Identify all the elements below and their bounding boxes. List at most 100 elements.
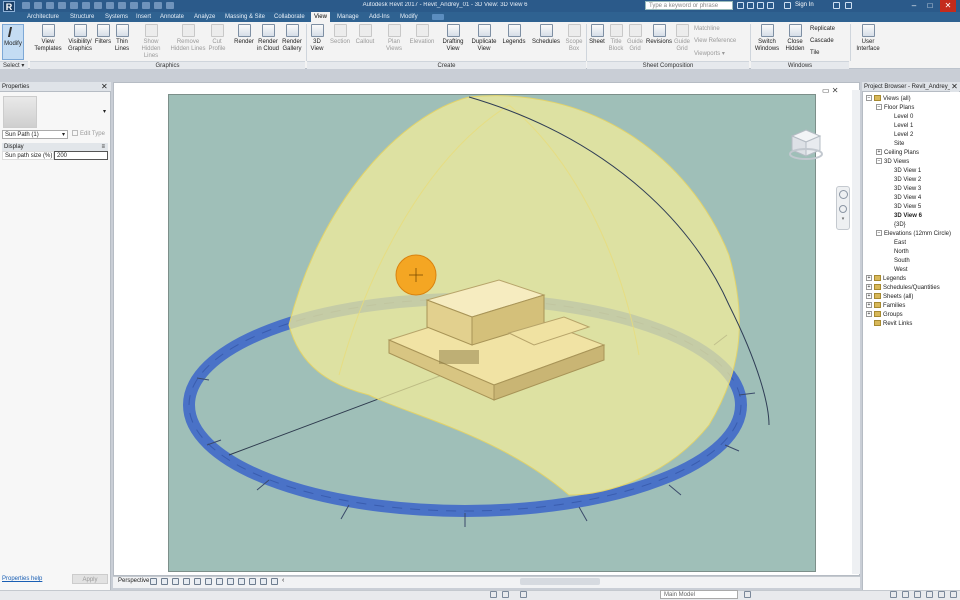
- browser-item[interactable]: + Schedules/Quantities: [866, 284, 940, 293]
- redo-icon[interactable]: [70, 2, 78, 9]
- render-dialog-icon[interactable]: [183, 578, 190, 585]
- horizontal-scrollbar[interactable]: [520, 578, 600, 585]
- 3d-view-canvas[interactable]: [168, 94, 816, 572]
- display-group-header[interactable]: Display ≡: [2, 143, 108, 151]
- browser-item[interactable]: + Families: [866, 302, 905, 311]
- filter-count-icon[interactable]: [950, 591, 957, 598]
- editable-only-icon[interactable]: [744, 591, 751, 598]
- visibility-graphics-button[interactable]: Visibility/ Graphics: [64, 24, 96, 53]
- viewcube-icon[interactable]: [788, 126, 824, 162]
- save-icon[interactable]: [34, 2, 42, 9]
- edit-type-button[interactable]: Edit Type: [72, 130, 108, 139]
- sun-path-size-input[interactable]: 200: [54, 151, 108, 160]
- select-pinned-icon[interactable]: [914, 591, 921, 598]
- matchline-button[interactable]: Matchline: [694, 26, 720, 32]
- thin-lines-icon[interactable]: [142, 2, 150, 9]
- text-icon[interactable]: [106, 2, 114, 9]
- tab-structure[interactable]: Structure: [67, 12, 97, 22]
- open-icon[interactable]: [22, 2, 30, 9]
- model-selector[interactable]: Main Model: [660, 590, 738, 599]
- select-dropdown[interactable]: Select ▾: [0, 61, 28, 69]
- expand-icon[interactable]: +: [866, 284, 872, 291]
- user-interface-button[interactable]: User Interface: [853, 24, 883, 53]
- browser-item[interactable]: 3D View 5: [866, 203, 921, 212]
- view-reference-button[interactable]: View Reference: [694, 38, 736, 44]
- remove-hidden-lines-button[interactable]: Remove Hidden Lines: [170, 24, 206, 53]
- visual-style-icon[interactable]: [150, 578, 157, 585]
- tab-architecture[interactable]: Architecture: [24, 12, 62, 22]
- tab-annotate[interactable]: Annotate: [157, 12, 187, 22]
- drafting-view-button[interactable]: Drafting View: [438, 24, 468, 53]
- expand-icon[interactable]: +: [866, 293, 872, 300]
- shadows-icon[interactable]: [172, 578, 179, 585]
- replicate-button[interactable]: Replicate: [810, 26, 835, 32]
- 3d-view-button[interactable]: 3D View: [307, 24, 327, 53]
- type-selector[interactable]: Sun Path (1) ▾: [2, 130, 68, 139]
- chevron-left-icon[interactable]: ‹: [282, 577, 284, 584]
- sun-path-toggle-icon[interactable]: [161, 578, 168, 585]
- browser-item[interactable]: − Floor Plans: [866, 104, 914, 113]
- view-templates-button[interactable]: View Templates: [33, 24, 63, 53]
- expand-icon[interactable]: +: [866, 302, 872, 309]
- schedules-button[interactable]: Schedules: [530, 24, 562, 46]
- legends-button[interactable]: Legends: [501, 24, 527, 46]
- workset-icon[interactable]: [490, 591, 497, 598]
- cascade-button[interactable]: Cascade: [810, 38, 834, 44]
- analytical-model-icon[interactable]: [271, 578, 278, 585]
- browser-item[interactable]: South: [866, 257, 910, 266]
- select-links-icon[interactable]: [890, 591, 897, 598]
- properties-help-link[interactable]: Properties help: [2, 576, 42, 582]
- show-hidden-lines-button[interactable]: Show Hidden Lines: [134, 24, 168, 60]
- browser-item[interactable]: + Sheets (all): [866, 293, 913, 302]
- communication-icon[interactable]: [757, 2, 764, 9]
- browser-item[interactable]: Revit Links: [866, 320, 912, 329]
- vertical-scrollbar[interactable]: [852, 90, 860, 574]
- browser-item[interactable]: Site: [866, 140, 904, 149]
- browser-item[interactable]: + Ceiling Plans: [866, 149, 919, 158]
- browser-item[interactable]: 3D View 3: [866, 185, 921, 194]
- elevation-button[interactable]: Elevation: [408, 24, 436, 46]
- drag-elements-icon[interactable]: [938, 591, 945, 598]
- sign-in-link[interactable]: Sign In: [795, 2, 814, 8]
- close-icon[interactable]: ✕: [101, 82, 109, 92]
- minimize-ribbon-icon[interactable]: [432, 14, 444, 20]
- print-icon[interactable]: [82, 2, 90, 9]
- scope-box-button[interactable]: Scope Box: [563, 24, 585, 53]
- collapse-icon[interactable]: −: [876, 230, 882, 237]
- zoom-icon[interactable]: [839, 205, 847, 213]
- close-windows-icon[interactable]: [154, 2, 162, 9]
- duplicate-view-button[interactable]: Duplicate View: [468, 24, 500, 53]
- tab-manage[interactable]: Manage: [334, 12, 362, 22]
- apply-button[interactable]: Apply: [72, 574, 108, 584]
- search-input[interactable]: Type a keyword or phrase: [645, 1, 733, 10]
- select-underlay-icon[interactable]: [902, 591, 909, 598]
- lock-view-icon[interactable]: [194, 578, 201, 585]
- guide-grid-button[interactable]: Guide Grid: [625, 24, 645, 53]
- collapse-icon[interactable]: −: [876, 104, 882, 111]
- favorites-icon[interactable]: [767, 2, 774, 9]
- close-icon[interactable]: ✕: [950, 82, 959, 92]
- crop-view-icon[interactable]: [205, 578, 212, 585]
- browser-item[interactable]: − Elevations (12mm Circle): [866, 230, 951, 239]
- minimize-button[interactable]: –: [906, 0, 922, 12]
- browser-item[interactable]: + Groups: [866, 311, 903, 320]
- filter-icon[interactable]: [520, 591, 527, 598]
- tab-view[interactable]: View: [311, 12, 330, 22]
- collapse-icon[interactable]: −: [866, 95, 872, 102]
- subscription-icon[interactable]: [747, 2, 754, 9]
- default-3d-icon[interactable]: [118, 2, 126, 9]
- tab-insert[interactable]: Insert: [133, 12, 154, 22]
- viewports-dropdown[interactable]: Viewports ▾: [694, 50, 725, 57]
- cut-profile-button[interactable]: Cut Profile: [206, 24, 228, 53]
- tab-modify[interactable]: Modify: [397, 12, 421, 22]
- worksharing-icon[interactable]: [260, 578, 267, 585]
- switch-windows-button[interactable]: Switch Windows: [752, 24, 782, 53]
- search-icon[interactable]: [737, 2, 744, 9]
- exchange-apps-icon[interactable]: [833, 2, 840, 9]
- wheel-nav-icon[interactable]: [838, 190, 848, 199]
- browser-item[interactable]: West: [866, 266, 908, 275]
- maximize-button[interactable]: □: [922, 0, 938, 12]
- render-gallery-button[interactable]: Render Gallery: [280, 24, 304, 53]
- plan-views-button[interactable]: Plan Views: [380, 24, 408, 53]
- title-block-button[interactable]: Title Block: [607, 24, 625, 53]
